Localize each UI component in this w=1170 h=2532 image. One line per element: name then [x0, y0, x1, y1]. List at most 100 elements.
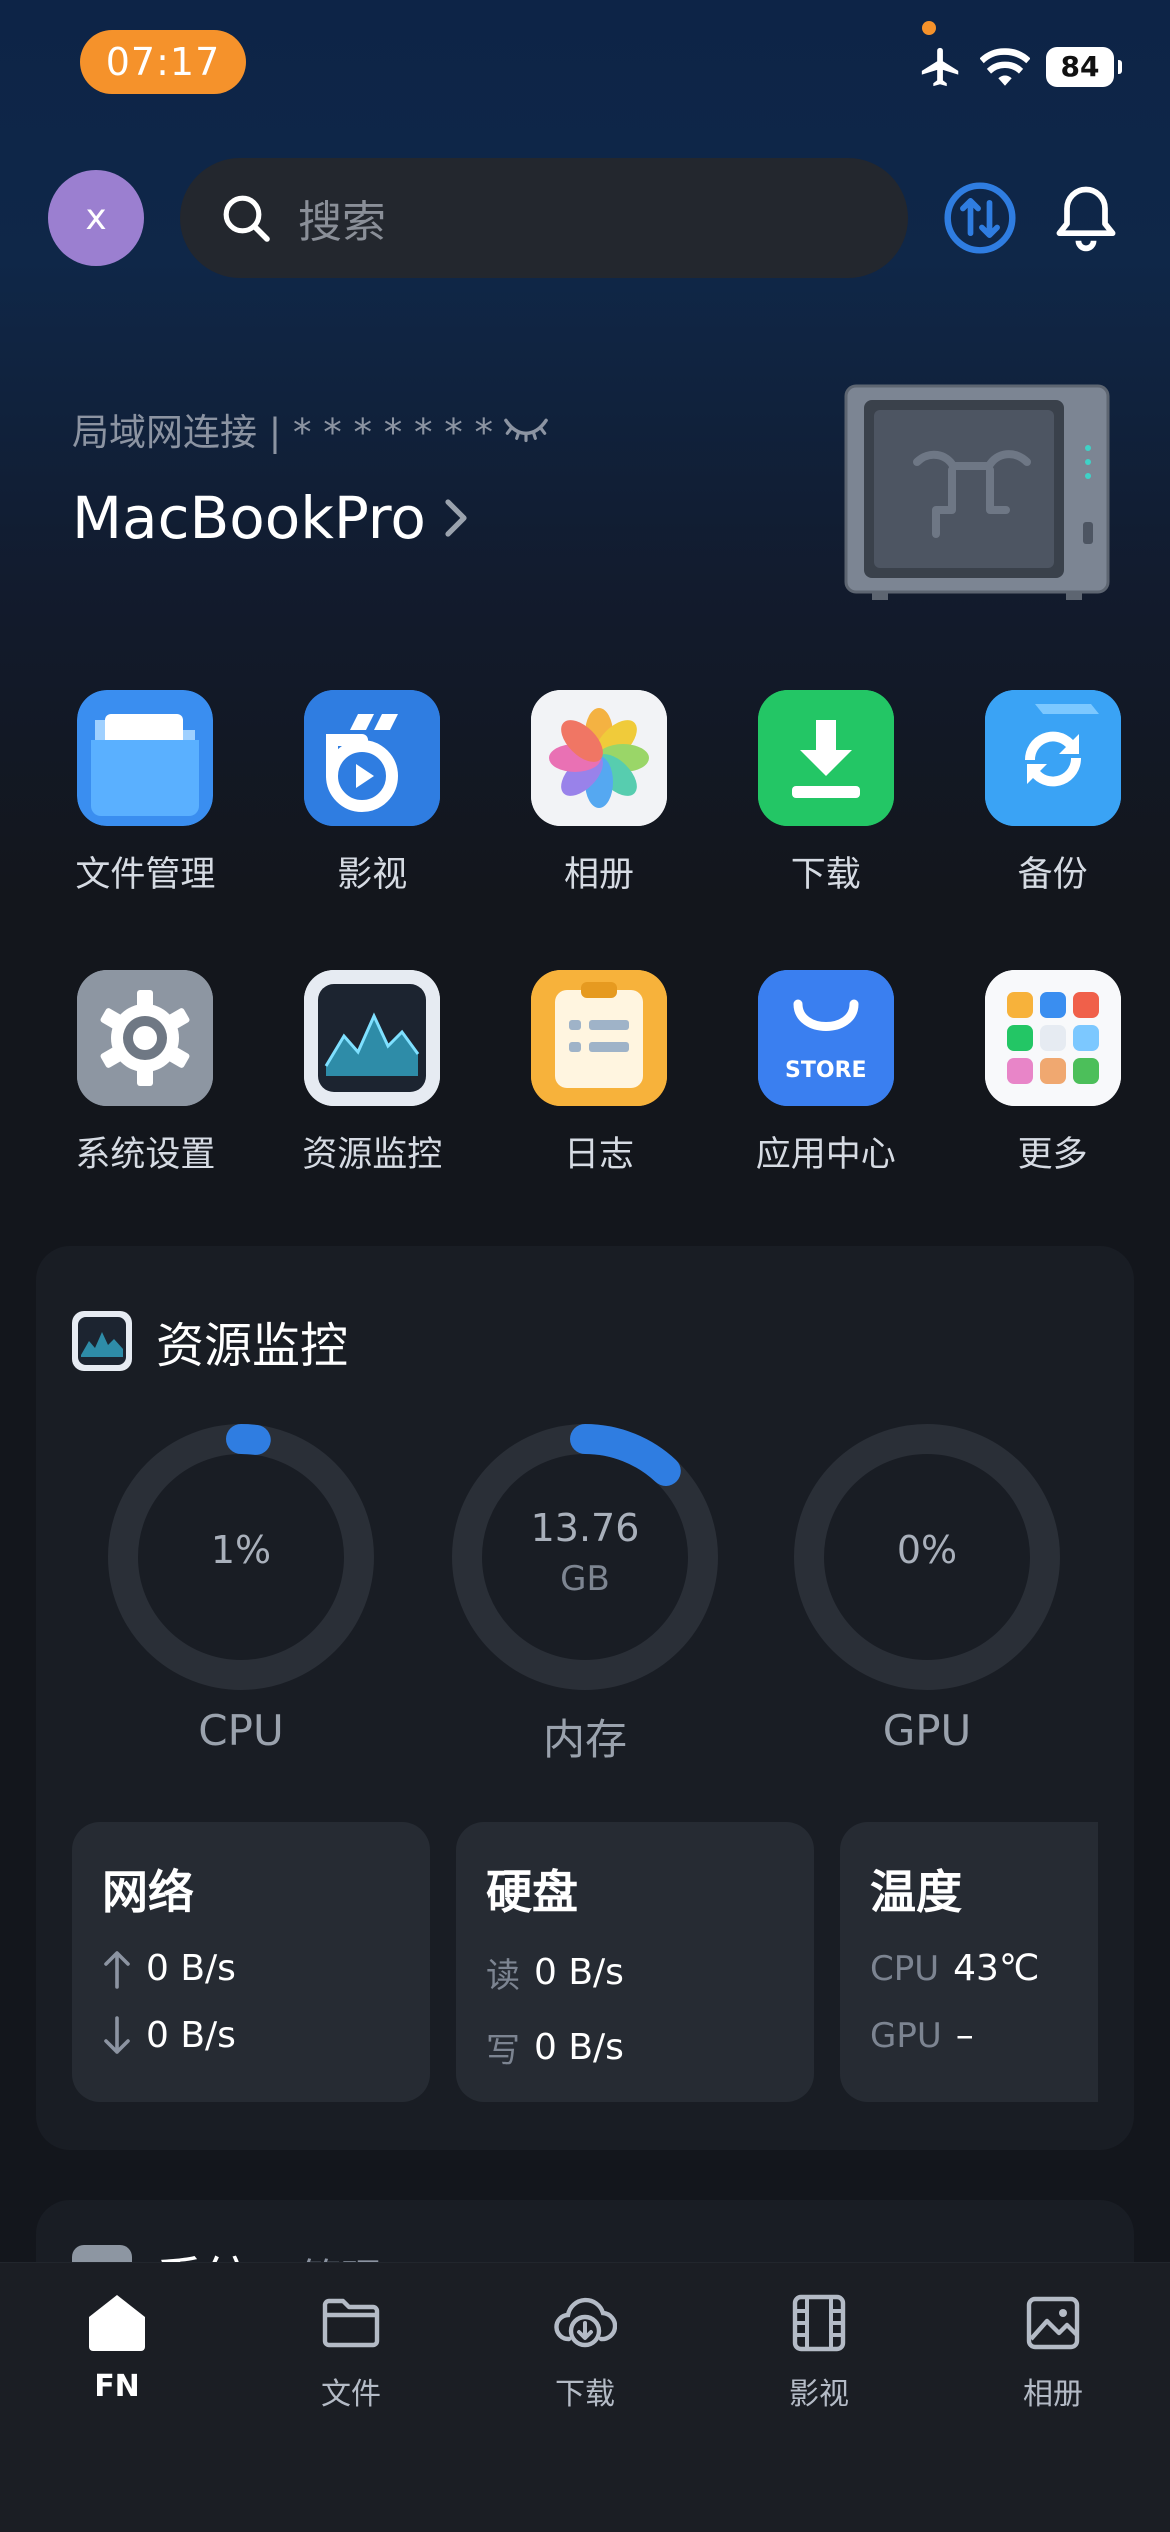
cpu-value: 1%	[210, 1528, 272, 1572]
tab-download[interactable]: 下载	[505, 2291, 665, 2413]
resource-monitor-card[interactable]: 资源监控 1% CPU 13.76 GB 内存 0% GPU 网络 0 B/s …	[36, 1246, 1134, 2150]
app-label: 资源监控	[302, 1135, 443, 1175]
network-stat-card[interactable]: 网络 0 B/s 0 B/s	[72, 1822, 430, 2102]
disk-title: 硬盘	[486, 1865, 578, 1919]
app-label: 下载	[790, 855, 861, 895]
tab-label: 影视	[789, 2377, 849, 2412]
download-speed: 0 B/s	[146, 2015, 236, 2056]
cpu-label: CPU	[198, 1706, 284, 1755]
video-icon	[304, 690, 441, 826]
avatar[interactable]: x	[48, 170, 144, 266]
disk-write-label: 写	[486, 2031, 520, 2071]
connection-status: 局域网连接 | * * * * * * *	[72, 402, 549, 456]
download-row: 0 B/s	[102, 2015, 400, 2056]
wifi-icon	[980, 48, 1030, 86]
eye-closed-icon[interactable]	[503, 414, 549, 444]
disk-read-label: 读	[486, 1956, 520, 1996]
cpu-temp-value: 43℃	[953, 1948, 1040, 1989]
store-icon: STORE	[757, 970, 894, 1106]
cpu-gauge: 1% CPU	[106, 1422, 376, 1755]
folder-icon	[322, 2298, 380, 2348]
transfer-icon[interactable]	[942, 180, 1018, 256]
disk-read-speed: 0 B/s	[534, 1952, 624, 1993]
tab-label: FN	[94, 2369, 140, 2404]
status-time: 07:17	[80, 30, 246, 94]
backup-icon	[984, 690, 1121, 826]
app-label: 日志	[563, 1135, 634, 1175]
cloud-download-icon	[554, 2297, 618, 2348]
monitor-icon	[72, 1311, 132, 1371]
disk-read-row: 读 0 B/s	[486, 1948, 784, 1997]
tab-video[interactable]: 影视	[739, 2291, 899, 2413]
temperature-title: 温度	[870, 1865, 962, 1919]
home-screen: 07:17 84 x 搜索 局域网连接 | * * * * * * * MacB…	[0, 0, 1170, 2532]
app-photos[interactable]: 相册	[486, 690, 713, 897]
tab-label: 相册	[1023, 2377, 1083, 2412]
device-name: MacBookPro	[72, 484, 426, 552]
disk-write-row: 写 0 B/s	[486, 2023, 784, 2072]
memory-value: 13.76	[530, 1506, 640, 1550]
cpu-temp-label: CPU	[870, 1948, 940, 1989]
tab-label: 下载	[555, 2377, 615, 2412]
app-backup[interactable]: 备份	[939, 690, 1166, 897]
app-label: 系统设置	[75, 1135, 216, 1175]
status-icons: 84	[918, 44, 1122, 90]
arrow-up-icon	[104, 1950, 130, 1989]
app-settings[interactable]: 系统设置	[32, 970, 259, 1177]
battery-indicator: 84	[1046, 47, 1122, 87]
monitor-icon	[304, 970, 441, 1106]
app-file-manager[interactable]: 文件管理	[32, 690, 259, 897]
network-title: 网络	[102, 1865, 194, 1919]
airplane-icon	[921, 47, 959, 87]
more-icon	[984, 970, 1121, 1106]
gpu-gauge: 0% GPU	[792, 1422, 1062, 1755]
app-label: 备份	[1017, 855, 1088, 895]
film-icon	[792, 2294, 846, 2352]
gpu-temp-label: GPU	[870, 2015, 942, 2056]
card-header: 资源监控	[72, 1306, 348, 1376]
bell-icon[interactable]	[1048, 180, 1124, 256]
app-more[interactable]: 更多	[939, 970, 1166, 1177]
gpu-temp-row: GPU –	[870, 2015, 1068, 2056]
app-label: 文件管理	[75, 855, 216, 895]
tab-album[interactable]: 相册	[973, 2291, 1133, 2413]
store-text: STORE	[785, 1058, 867, 1083]
temperature-stat-card[interactable]: 温度 CPU 43℃ GPU –	[840, 1822, 1098, 2102]
log-icon	[530, 970, 667, 1106]
app-label: 相册	[563, 855, 634, 895]
gpu-label: GPU	[882, 1706, 972, 1755]
device-selector[interactable]: MacBookPro	[72, 484, 470, 552]
app-label: 应用中心	[755, 1135, 896, 1175]
disk-stat-card[interactable]: 硬盘 读 0 B/s 写 0 B/s	[456, 1822, 814, 2102]
app-label: 更多	[1017, 1135, 1088, 1175]
gpu-value: 0%	[896, 1528, 958, 1572]
app-download[interactable]: 下载	[712, 690, 939, 897]
upload-speed: 0 B/s	[146, 1948, 236, 1989]
upload-row: 0 B/s	[102, 1948, 400, 1989]
app-log[interactable]: 日志	[486, 970, 713, 1177]
folder-icon	[77, 690, 214, 826]
connection-label: 局域网连接 | * * * * * * *	[72, 411, 494, 454]
photos-icon	[530, 690, 667, 826]
app-store[interactable]: STORE 应用中心	[712, 970, 939, 1177]
gear-icon	[77, 970, 214, 1106]
memory-unit: GB	[560, 1559, 610, 1599]
cpu-temp-row: CPU 43℃	[870, 1948, 1068, 1989]
app-video[interactable]: 影视	[259, 690, 486, 897]
memory-label: 内存	[542, 1715, 627, 1764]
app-grid-row-2: 系统设置 资源监控 日志 STORE 应用中心 更多	[32, 970, 1166, 1177]
gpu-temp-value: –	[955, 2015, 974, 2056]
search-placeholder: 搜索	[298, 197, 386, 248]
chevron-right-icon	[445, 499, 467, 537]
tab-fn[interactable]: FN	[37, 2291, 197, 2404]
tab-label: 文件	[321, 2377, 381, 2412]
disk-write-speed: 0 B/s	[534, 2027, 624, 2068]
search-bar[interactable]: 搜索	[180, 158, 908, 278]
memory-gauge: 13.76 GB 内存	[450, 1422, 720, 1764]
app-resource-monitor[interactable]: 资源监控	[259, 970, 486, 1177]
tab-files[interactable]: 文件	[271, 2291, 431, 2413]
search-icon	[223, 195, 270, 242]
memory-value-block: 13.76 GB	[450, 1502, 720, 1604]
card-title: 资源监控	[156, 1318, 349, 1374]
arrow-down-icon	[104, 2015, 130, 2054]
